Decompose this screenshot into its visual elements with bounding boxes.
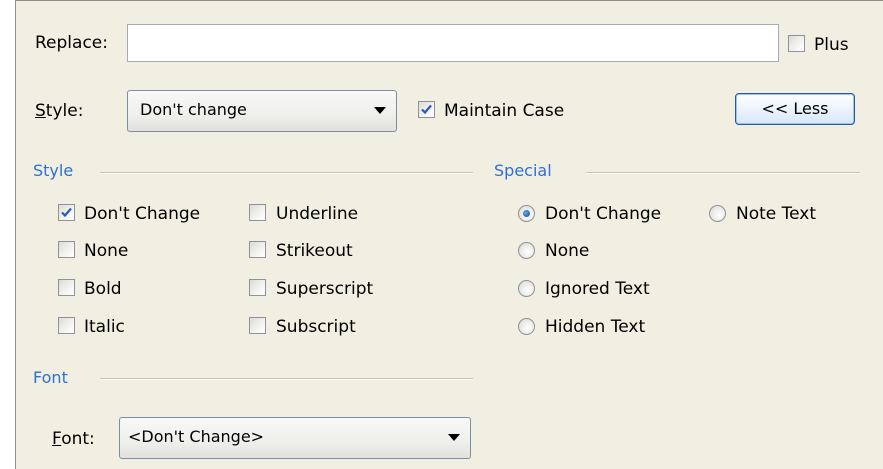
special-none-label: None bbox=[545, 241, 590, 261]
chevron-down-icon bbox=[448, 434, 460, 441]
style-superscript-checkbox[interactable] bbox=[249, 279, 266, 296]
checkmark-icon bbox=[61, 207, 72, 218]
style-strikeout-checkbox[interactable] bbox=[249, 241, 266, 258]
font-group-divider bbox=[100, 378, 473, 380]
style-dropdown-value: Don't change bbox=[140, 100, 247, 119]
style-bold-label: Bold bbox=[84, 279, 122, 299]
chevron-down-icon bbox=[374, 107, 386, 114]
style-strikeout-label: Strikeout bbox=[276, 241, 353, 261]
font-group-title: Font bbox=[33, 368, 68, 387]
special-hidden-text-radio[interactable] bbox=[518, 318, 535, 335]
style-bold-checkbox[interactable] bbox=[58, 279, 75, 296]
font-dropdown[interactable]: <Don't Change> bbox=[119, 417, 471, 459]
style-dropdown[interactable]: Don't change bbox=[127, 90, 397, 132]
style-underline-label: Underline bbox=[276, 204, 359, 224]
special-note-text-label: Note Text bbox=[736, 204, 817, 224]
style-dont-change-label: Don't Change bbox=[84, 204, 201, 224]
special-ignored-text-radio[interactable] bbox=[518, 280, 535, 297]
style-label: Style: bbox=[35, 101, 84, 121]
replace-label: Replace: bbox=[35, 33, 108, 53]
special-group-divider bbox=[586, 172, 860, 174]
font-label: Font: bbox=[52, 429, 95, 449]
checkmark-icon bbox=[421, 104, 432, 115]
less-button[interactable]: << Less bbox=[735, 93, 855, 125]
style-group-divider bbox=[100, 172, 473, 174]
plus-checkbox[interactable] bbox=[788, 35, 805, 52]
style-italic-checkbox[interactable] bbox=[58, 317, 75, 334]
special-group-title: Special bbox=[494, 161, 552, 180]
replace-options-panel: Replace: Plus Style: Don't change Mainta… bbox=[15, 0, 883, 469]
maintain-case-checkbox[interactable] bbox=[418, 101, 435, 118]
font-dropdown-value: <Don't Change> bbox=[128, 427, 265, 446]
style-dont-change-checkbox[interactable] bbox=[58, 204, 75, 221]
style-underline-checkbox[interactable] bbox=[249, 204, 266, 221]
style-subscript-label: Subscript bbox=[276, 317, 356, 337]
plus-label: Plus bbox=[814, 35, 849, 55]
maintain-case-label: Maintain Case bbox=[444, 101, 565, 121]
special-none-radio[interactable] bbox=[518, 242, 535, 259]
radio-selected-dot-icon bbox=[523, 210, 530, 217]
replace-input[interactable] bbox=[127, 24, 779, 62]
special-hidden-text-label: Hidden Text bbox=[545, 317, 646, 337]
style-subscript-checkbox[interactable] bbox=[249, 317, 266, 334]
style-superscript-label: Superscript bbox=[276, 279, 374, 299]
special-ignored-text-label: Ignored Text bbox=[545, 279, 650, 299]
style-none-checkbox[interactable] bbox=[58, 241, 75, 258]
style-none-label: None bbox=[84, 241, 129, 261]
special-dont-change-label: Don't Change bbox=[545, 204, 662, 224]
special-dont-change-radio[interactable] bbox=[518, 205, 535, 222]
special-note-text-radio[interactable] bbox=[709, 205, 726, 222]
style-italic-label: Italic bbox=[84, 317, 125, 337]
style-group-title: Style bbox=[33, 161, 74, 180]
